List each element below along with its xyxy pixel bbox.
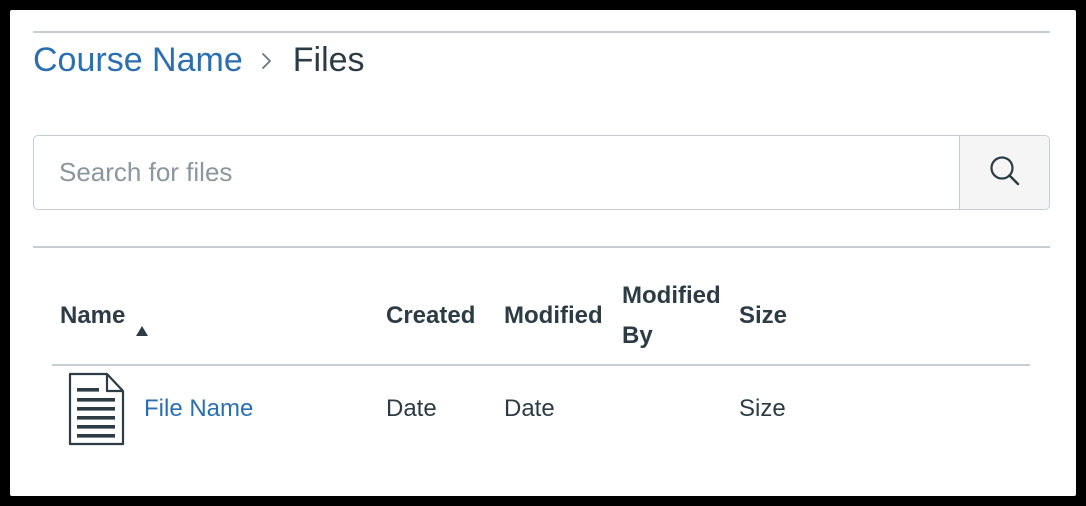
breadcrumb-course-link[interactable]: Course Name xyxy=(33,40,243,80)
section-divider xyxy=(33,246,1050,248)
column-header-modified[interactable]: Modified xyxy=(504,296,603,336)
search-bar xyxy=(33,135,1050,210)
file-name-link[interactable]: File Name xyxy=(144,392,253,426)
column-header-modified-by[interactable]: Modified By xyxy=(622,276,732,356)
column-header-created[interactable]: Created xyxy=(386,296,475,336)
search-input[interactable] xyxy=(34,136,959,209)
breadcrumb-current: Files xyxy=(292,41,365,79)
file-created-date: Date xyxy=(386,395,437,422)
document-icon xyxy=(67,372,125,446)
breadcrumb: Course Name Files xyxy=(33,40,365,80)
file-modified-date: Date xyxy=(504,395,555,422)
files-page: Course Name Files Name xyxy=(10,10,1076,496)
files-table-header: Name Created Modified Modified By Size xyxy=(52,278,1030,366)
column-header-size[interactable]: Size xyxy=(739,296,787,336)
sort-ascending-icon xyxy=(135,310,149,336)
search-button[interactable] xyxy=(959,136,1049,209)
search-icon xyxy=(988,154,1022,191)
chevron-right-icon xyxy=(259,40,277,80)
file-size: Size xyxy=(739,395,786,422)
column-header-name-label: Name xyxy=(60,302,126,329)
top-divider xyxy=(33,31,1050,33)
column-header-name[interactable]: Name xyxy=(60,296,149,336)
table-row[interactable]: File Name Date Date Size xyxy=(52,366,1030,456)
